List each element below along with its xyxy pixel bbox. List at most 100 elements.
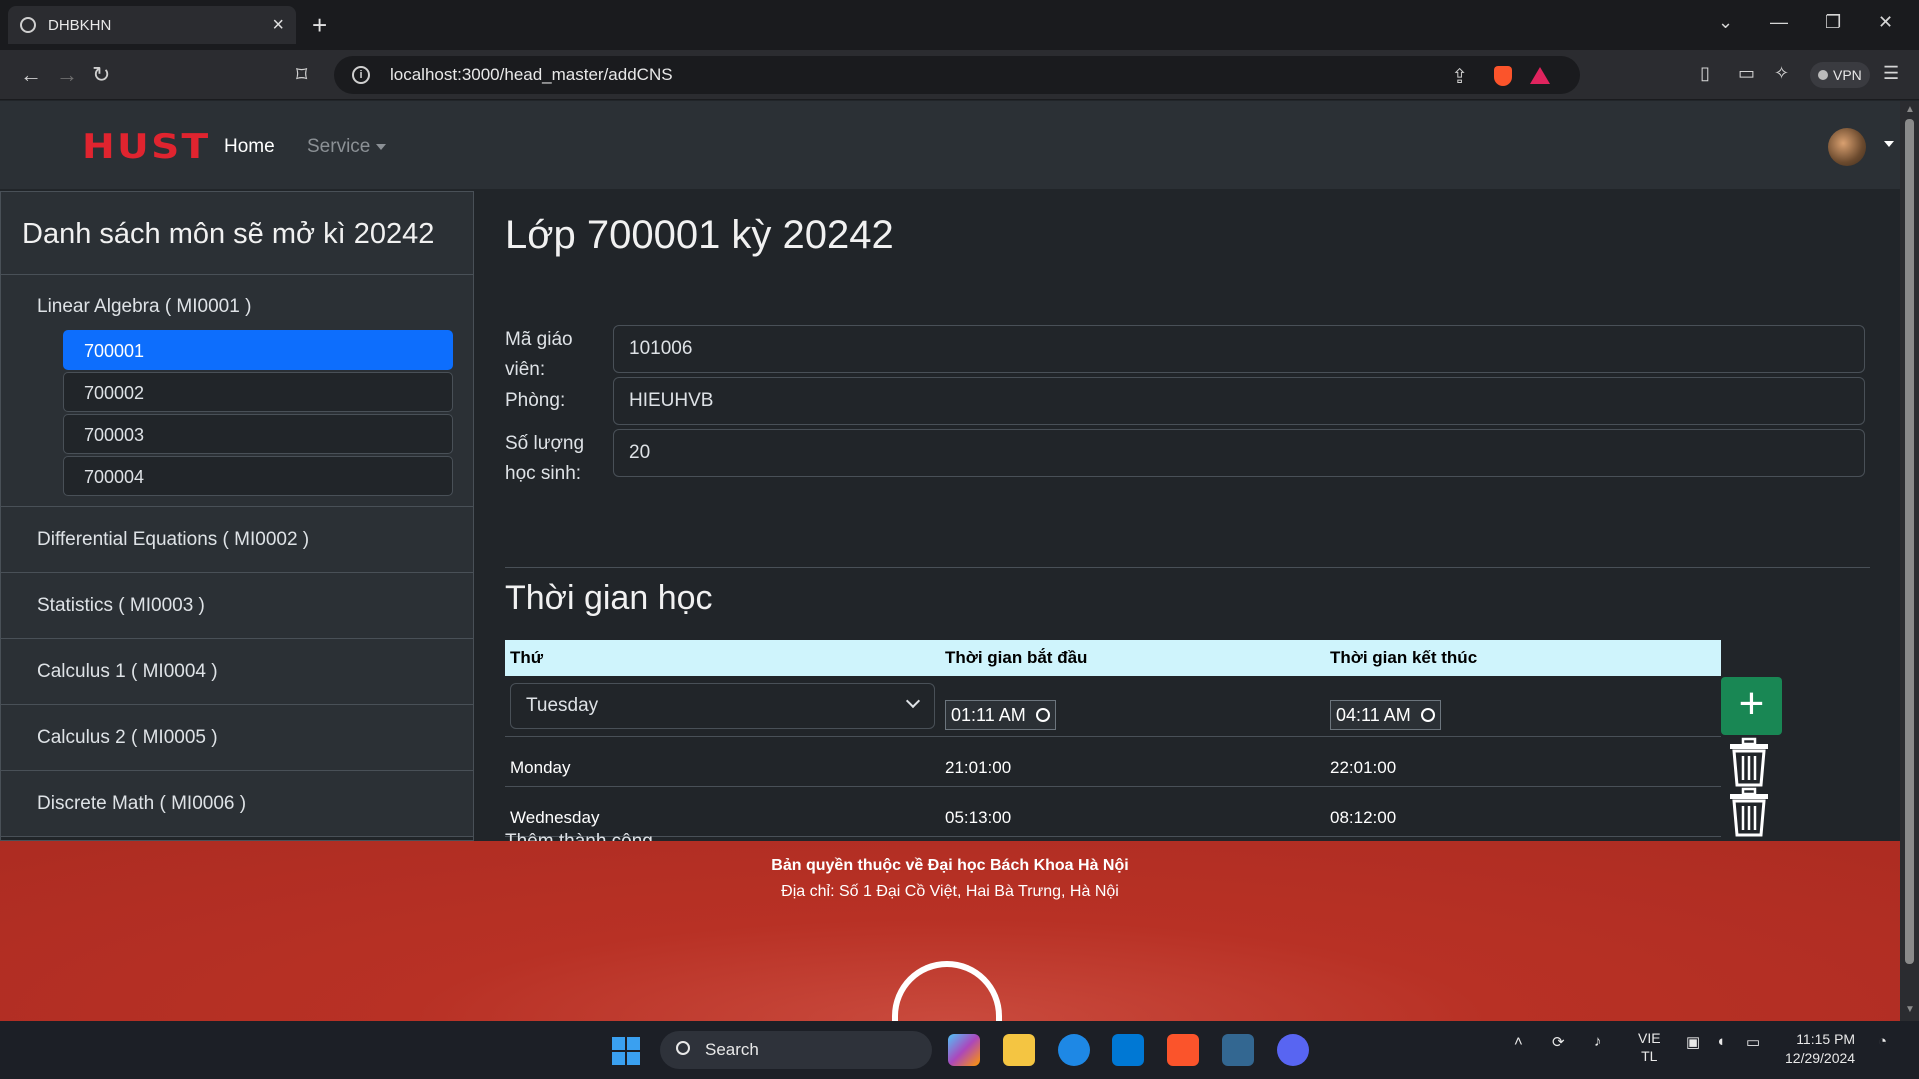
brave-shields-icon[interactable] — [1494, 66, 1512, 86]
course-item-mi0005[interactable]: Calculus 2 ( MI0005 ) — [1, 705, 473, 771]
microphone-icon[interactable]: ♪ — [1594, 1033, 1602, 1050]
file-explorer-icon[interactable] — [1003, 1034, 1035, 1066]
room-input[interactable]: HIEUHVB — [613, 377, 1865, 425]
user-menu-caret-icon[interactable] — [1884, 141, 1894, 147]
scrollbar-thumb[interactable] — [1905, 119, 1914, 964]
row-end: 22:01:00 — [1330, 758, 1397, 777]
menu-icon[interactable]: ☰ — [1883, 63, 1899, 84]
vscode-icon[interactable] — [1112, 1034, 1144, 1066]
browser-tabbar: DHBKHN × + ⌄ — ❐ ✕ — [0, 0, 1919, 50]
discord-icon[interactable] — [1277, 1034, 1309, 1066]
leo-ai-icon[interactable]: ✧ — [1774, 63, 1789, 84]
notification-bell-icon[interactable]: ◔ — [1878, 1033, 1887, 1050]
wallet-icon[interactable]: ▭ — [1738, 63, 1755, 84]
class-item-700004[interactable]: 700004 — [63, 456, 453, 496]
header-end: Thời gian kết thúc — [1330, 648, 1478, 667]
day-select-value: Tuesday — [526, 695, 599, 716]
scroll-down-icon[interactable]: ▼ — [1905, 1004, 1915, 1015]
brave-rewards-icon[interactable] — [1530, 67, 1550, 84]
taskbar-search[interactable]: Search — [660, 1031, 932, 1069]
room-label: Phòng: — [505, 390, 566, 411]
nav-service-label: Service — [307, 136, 371, 157]
day-cell: Tuesday — [505, 676, 940, 736]
scroll-up-icon[interactable]: ▲ — [1905, 104, 1915, 115]
brave-icon[interactable] — [1167, 1034, 1199, 1066]
clock-icon[interactable] — [1420, 708, 1435, 722]
copilot-icon[interactable] — [948, 1034, 980, 1066]
class-item-700002[interactable]: 700002 — [63, 372, 453, 412]
class-item-700003[interactable]: 700003 — [63, 414, 453, 454]
network-icon[interactable]: ▣ — [1686, 1033, 1700, 1051]
tab-list-chevron-icon[interactable]: ⌄ — [1718, 12, 1733, 33]
bookmark-icon[interactable]: ⌑ — [296, 62, 307, 88]
language-indicator[interactable]: VIE TL — [1638, 1029, 1661, 1065]
close-tab-icon[interactable]: × — [272, 14, 284, 37]
forward-icon[interactable]: → — [56, 62, 78, 88]
student-count-label: Số lượng học sinh: — [505, 433, 585, 484]
course-item-mi0002[interactable]: Differential Equations ( MI0002 ) — [1, 507, 473, 573]
trash-icon[interactable] — [1727, 787, 1771, 837]
vpn-button[interactable]: VPN — [1810, 62, 1870, 88]
course-item-mi0001[interactable]: Linear Algebra ( MI0001 ) 700001 700002 … — [1, 275, 473, 507]
hust-logo[interactable]: HUST — [82, 127, 211, 167]
reload-icon[interactable]: ↻ — [92, 62, 110, 88]
end-time-value: 04:11 AM — [1336, 704, 1411, 725]
row-day: Wednesday — [510, 808, 600, 827]
class-item-700001[interactable]: 700001 — [63, 330, 453, 370]
sidebar-toggle-icon[interactable]: ▯ — [1700, 63, 1710, 84]
site-info-icon[interactable]: i — [352, 66, 370, 84]
edge-icon[interactable] — [1058, 1034, 1090, 1066]
sync-icon[interactable]: ⟳ — [1552, 1033, 1565, 1051]
windows-taskbar: Search ˄ ⟳ ♪ VIE TL ▣ ◖ ▭ 11:15 PM 12/29/… — [0, 1021, 1919, 1079]
class-detail-panel: Lớp 700001 kỳ 20242 Mã giáo viên: 101006… — [505, 191, 1870, 852]
add-schedule-button[interactable]: + — [1721, 677, 1782, 735]
user-avatar[interactable] — [1828, 128, 1866, 166]
chevron-up-icon[interactable]: ˄ — [1514, 1033, 1523, 1050]
new-schedule-row: Tuesday 01:11 AM 04:11 AM — [505, 676, 1721, 737]
trash-icon[interactable] — [1727, 737, 1771, 787]
clock-icon[interactable] — [1035, 708, 1050, 722]
end-time-input[interactable]: 04:11 AM — [1330, 700, 1441, 730]
header-day: Thứ — [510, 648, 544, 667]
share-icon[interactable]: ⇪ — [1451, 64, 1468, 89]
nav-home-link[interactable]: Home — [224, 136, 275, 158]
start-cell: 01:11 AM — [940, 676, 1325, 736]
divider — [505, 567, 1870, 568]
nav-service-dropdown[interactable]: Service — [307, 136, 387, 158]
course-item-mi0006[interactable]: Discrete Math ( MI0006 ) — [1, 771, 473, 837]
course-item-mi0004[interactable]: Calculus 1 ( MI0004 ) — [1, 639, 473, 705]
windows-start-icon[interactable] — [612, 1037, 640, 1065]
restore-icon[interactable]: ❐ — [1825, 12, 1841, 33]
start-time-input[interactable]: 01:11 AM — [945, 700, 1056, 730]
day-select[interactable]: Tuesday — [510, 683, 935, 729]
course-sidebar: Danh sách môn sẽ mở kì 20242 Linear Alge… — [0, 191, 474, 841]
browser-tab[interactable]: DHBKHN × — [8, 6, 296, 44]
teacher-id-label: Mã giáo viên: — [505, 329, 573, 380]
arch-graphic — [892, 961, 1002, 1021]
back-icon[interactable]: ← — [20, 62, 42, 88]
system-clock[interactable]: 11:15 PM 12/29/2024 — [1785, 1030, 1855, 1068]
close-window-icon[interactable]: ✕ — [1878, 12, 1893, 33]
course-label: Linear Algebra ( MI0001 ) — [37, 296, 252, 317]
page-scrollbar[interactable]: ▲ ▼ — [1900, 101, 1919, 1021]
teacher-id-input[interactable]: 101006 — [613, 325, 1865, 373]
sidebar-title: Danh sách môn sẽ mở kì 20242 — [1, 192, 473, 275]
course-item-mi0003[interactable]: Statistics ( MI0003 ) — [1, 573, 473, 639]
new-tab-icon[interactable]: + — [312, 10, 327, 41]
battery-icon[interactable]: ▭ — [1746, 1033, 1760, 1051]
end-cell: 04:11 AM — [1325, 676, 1721, 736]
row-start: 05:13:00 — [945, 808, 1012, 827]
browser-toolbar: ← → ↻ ⌑ i localhost:3000/head_master/add… — [0, 50, 1919, 100]
clock-date: 12/29/2024 — [1785, 1050, 1856, 1066]
caret-down-icon — [376, 143, 387, 150]
table-header: Thứ Thời gian bắt đầu Thời gian kết thúc — [505, 640, 1721, 676]
table-row: Wednesday 05:13:00 08:12:00 — [505, 787, 1721, 837]
student-count-input[interactable]: 20 — [613, 429, 1865, 477]
postgresql-icon[interactable] — [1222, 1034, 1254, 1066]
minimize-icon[interactable]: — — [1770, 12, 1788, 33]
schedule-title: Thời gian học — [505, 579, 713, 617]
volume-icon[interactable]: ◖ — [1716, 1033, 1725, 1050]
class-list: 700001 700002 700003 700004 — [63, 330, 453, 496]
site-footer: Bản quyền thuộc về Đại học Bách Khoa Hà … — [0, 841, 1900, 1021]
address-bar[interactable]: i localhost:3000/head_master/addCNS ⇪ — [334, 56, 1580, 94]
